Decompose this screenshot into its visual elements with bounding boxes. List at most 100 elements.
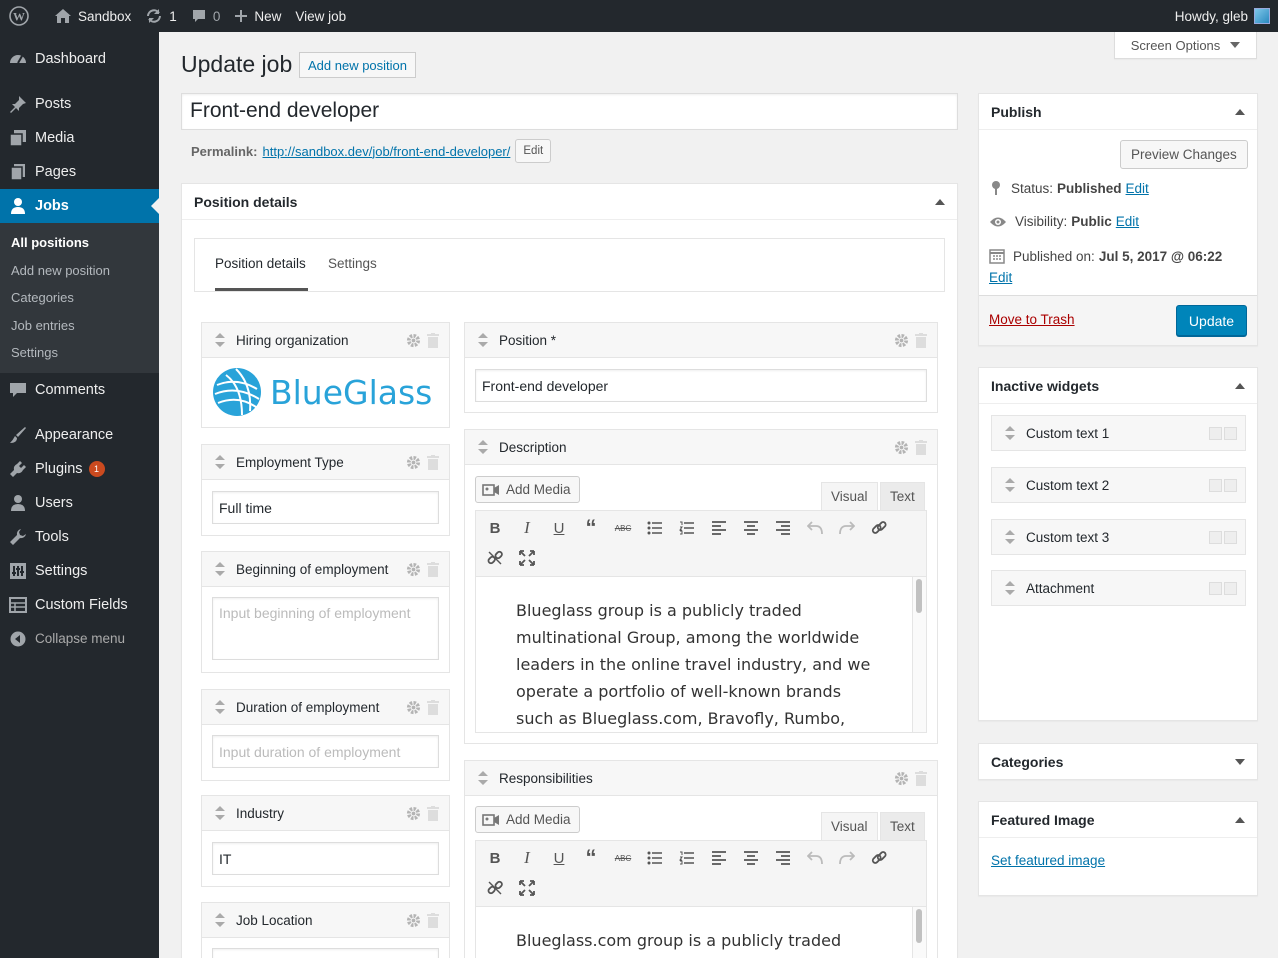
bold-button[interactable]: B bbox=[485, 518, 505, 538]
inactive-widget-item[interactable]: Custom text 3 bbox=[991, 519, 1246, 555]
link-icon[interactable] bbox=[869, 518, 889, 538]
widget-header[interactable]: Beginning of employment bbox=[202, 552, 449, 587]
scrollbar-thumb[interactable] bbox=[916, 579, 922, 613]
screen-options-button[interactable]: Screen Options bbox=[1114, 32, 1257, 59]
widget-header[interactable]: Position * bbox=[465, 323, 937, 358]
widget-header[interactable]: Industry bbox=[202, 796, 449, 831]
widget-control-icon[interactable] bbox=[1209, 581, 1222, 595]
account-menu[interactable]: Howdy, gleb bbox=[1168, 0, 1278, 32]
gear-icon[interactable] bbox=[894, 771, 909, 786]
submenu-all-positions[interactable]: All positions bbox=[0, 229, 159, 257]
job-location-input[interactable] bbox=[212, 948, 439, 958]
trash-icon[interactable] bbox=[427, 699, 439, 715]
widget-control-icon[interactable] bbox=[1224, 530, 1237, 544]
collapse-arrow-icon[interactable] bbox=[1235, 382, 1245, 389]
widget-control-icon[interactable] bbox=[1224, 426, 1237, 440]
menu-appearance[interactable]: Appearance bbox=[0, 418, 159, 452]
inactive-widget-item[interactable]: Custom text 1 bbox=[991, 415, 1246, 451]
redo-icon[interactable] bbox=[837, 518, 857, 538]
numbered-list-icon[interactable] bbox=[677, 518, 697, 538]
inactive-widgets-header[interactable]: Inactive widgets bbox=[979, 368, 1257, 404]
widget-header[interactable]: Employment Type bbox=[202, 445, 449, 480]
submenu-add-new-position[interactable]: Add new position bbox=[0, 257, 159, 285]
align-left-icon[interactable] bbox=[709, 518, 729, 538]
comments-link[interactable]: 0 bbox=[184, 0, 228, 32]
gear-icon[interactable] bbox=[894, 440, 909, 455]
menu-posts[interactable]: Posts bbox=[0, 87, 159, 121]
trash-icon[interactable] bbox=[915, 332, 927, 348]
updates-link[interactable]: 1 bbox=[138, 0, 184, 32]
align-left-icon[interactable] bbox=[709, 848, 729, 868]
view-job-link[interactable]: View job bbox=[288, 0, 353, 32]
industry-input[interactable]: IT bbox=[212, 842, 439, 875]
trash-icon[interactable] bbox=[915, 770, 927, 786]
widget-control-icon[interactable] bbox=[1209, 530, 1222, 544]
duration-of-employment-input[interactable]: Input duration of employment bbox=[212, 735, 439, 768]
underline-button[interactable]: U bbox=[549, 518, 569, 538]
italic-button[interactable]: I bbox=[517, 848, 537, 868]
widget-control-icon[interactable] bbox=[1209, 478, 1222, 492]
gear-icon[interactable] bbox=[894, 333, 909, 348]
published-edit-link[interactable]: Edit bbox=[989, 270, 1012, 285]
bullet-list-icon[interactable] bbox=[645, 848, 665, 868]
move-handle-icon[interactable] bbox=[214, 805, 226, 821]
inactive-widget-item[interactable]: Attachment bbox=[991, 570, 1246, 606]
italic-button[interactable]: I bbox=[517, 518, 537, 538]
widget-control-icon[interactable] bbox=[1224, 581, 1237, 595]
menu-dashboard[interactable]: Dashboard bbox=[0, 42, 159, 76]
move-handle-icon[interactable] bbox=[214, 332, 226, 348]
menu-tools[interactable]: Tools bbox=[0, 520, 159, 554]
menu-jobs[interactable]: Jobs bbox=[0, 189, 159, 223]
position-input[interactable]: Front-end developer bbox=[475, 369, 927, 402]
tab-text[interactable]: Text bbox=[880, 812, 925, 840]
position-details-header[interactable]: Position details bbox=[182, 184, 957, 220]
menu-media[interactable]: Media bbox=[0, 121, 159, 155]
scrollbar[interactable] bbox=[912, 907, 926, 958]
move-handle-icon[interactable] bbox=[477, 439, 489, 455]
undo-icon[interactable] bbox=[805, 848, 825, 868]
status-edit-link[interactable]: Edit bbox=[1126, 181, 1149, 196]
gear-icon[interactable] bbox=[406, 913, 421, 928]
post-title-input[interactable]: Front-end developer bbox=[181, 93, 958, 130]
collapse-arrow-icon[interactable] bbox=[935, 198, 945, 205]
featured-image-header[interactable]: Featured Image bbox=[979, 802, 1257, 838]
blockquote-button[interactable]: “ bbox=[581, 845, 601, 870]
gear-icon[interactable] bbox=[406, 700, 421, 715]
site-name-link[interactable]: Sandbox bbox=[47, 0, 138, 32]
trash-icon[interactable] bbox=[427, 805, 439, 821]
widget-header[interactable]: Responsibilities bbox=[465, 761, 937, 796]
set-featured-image-link[interactable]: Set featured image bbox=[991, 853, 1105, 868]
bold-button[interactable]: B bbox=[485, 848, 505, 868]
numbered-list-icon[interactable] bbox=[677, 848, 697, 868]
move-handle-icon[interactable] bbox=[1004, 580, 1016, 596]
align-right-icon[interactable] bbox=[773, 518, 793, 538]
visibility-edit-link[interactable]: Edit bbox=[1116, 214, 1139, 229]
new-content-link[interactable]: New bbox=[227, 0, 288, 32]
collapse-menu-button[interactable]: Collapse menu bbox=[0, 622, 159, 656]
beginning-of-employment-textarea[interactable]: Input beginning of employment bbox=[212, 597, 439, 660]
trash-icon[interactable] bbox=[915, 439, 927, 455]
menu-settings[interactable]: Settings bbox=[0, 554, 159, 588]
fullscreen-icon[interactable] bbox=[517, 878, 537, 898]
publish-header[interactable]: Publish bbox=[979, 94, 1257, 130]
widget-header[interactable]: Description bbox=[465, 430, 937, 465]
widget-header[interactable]: Hiring organization bbox=[202, 323, 449, 358]
expand-arrow-icon[interactable] bbox=[1235, 759, 1245, 765]
undo-icon[interactable] bbox=[805, 518, 825, 538]
move-handle-icon[interactable] bbox=[214, 912, 226, 928]
employment-type-input[interactable]: Full time bbox=[212, 491, 439, 524]
permalink-edit-button[interactable]: Edit bbox=[515, 139, 552, 163]
unlink-icon[interactable] bbox=[485, 548, 505, 568]
redo-icon[interactable] bbox=[837, 848, 857, 868]
trash-icon[interactable] bbox=[427, 454, 439, 470]
tab-settings[interactable]: Settings bbox=[328, 239, 377, 291]
add-media-button[interactable]: Add Media bbox=[475, 806, 580, 833]
trash-icon[interactable] bbox=[427, 332, 439, 348]
move-handle-icon[interactable] bbox=[477, 770, 489, 786]
align-right-icon[interactable] bbox=[773, 848, 793, 868]
add-new-position-button[interactable]: Add new position bbox=[299, 52, 417, 78]
inactive-widget-item[interactable]: Custom text 2 bbox=[991, 467, 1246, 503]
responsibilities-editor[interactable]: Blueglass.com group is a publicly traded bbox=[475, 906, 927, 958]
menu-users[interactable]: Users bbox=[0, 486, 159, 520]
tab-text[interactable]: Text bbox=[880, 482, 925, 510]
